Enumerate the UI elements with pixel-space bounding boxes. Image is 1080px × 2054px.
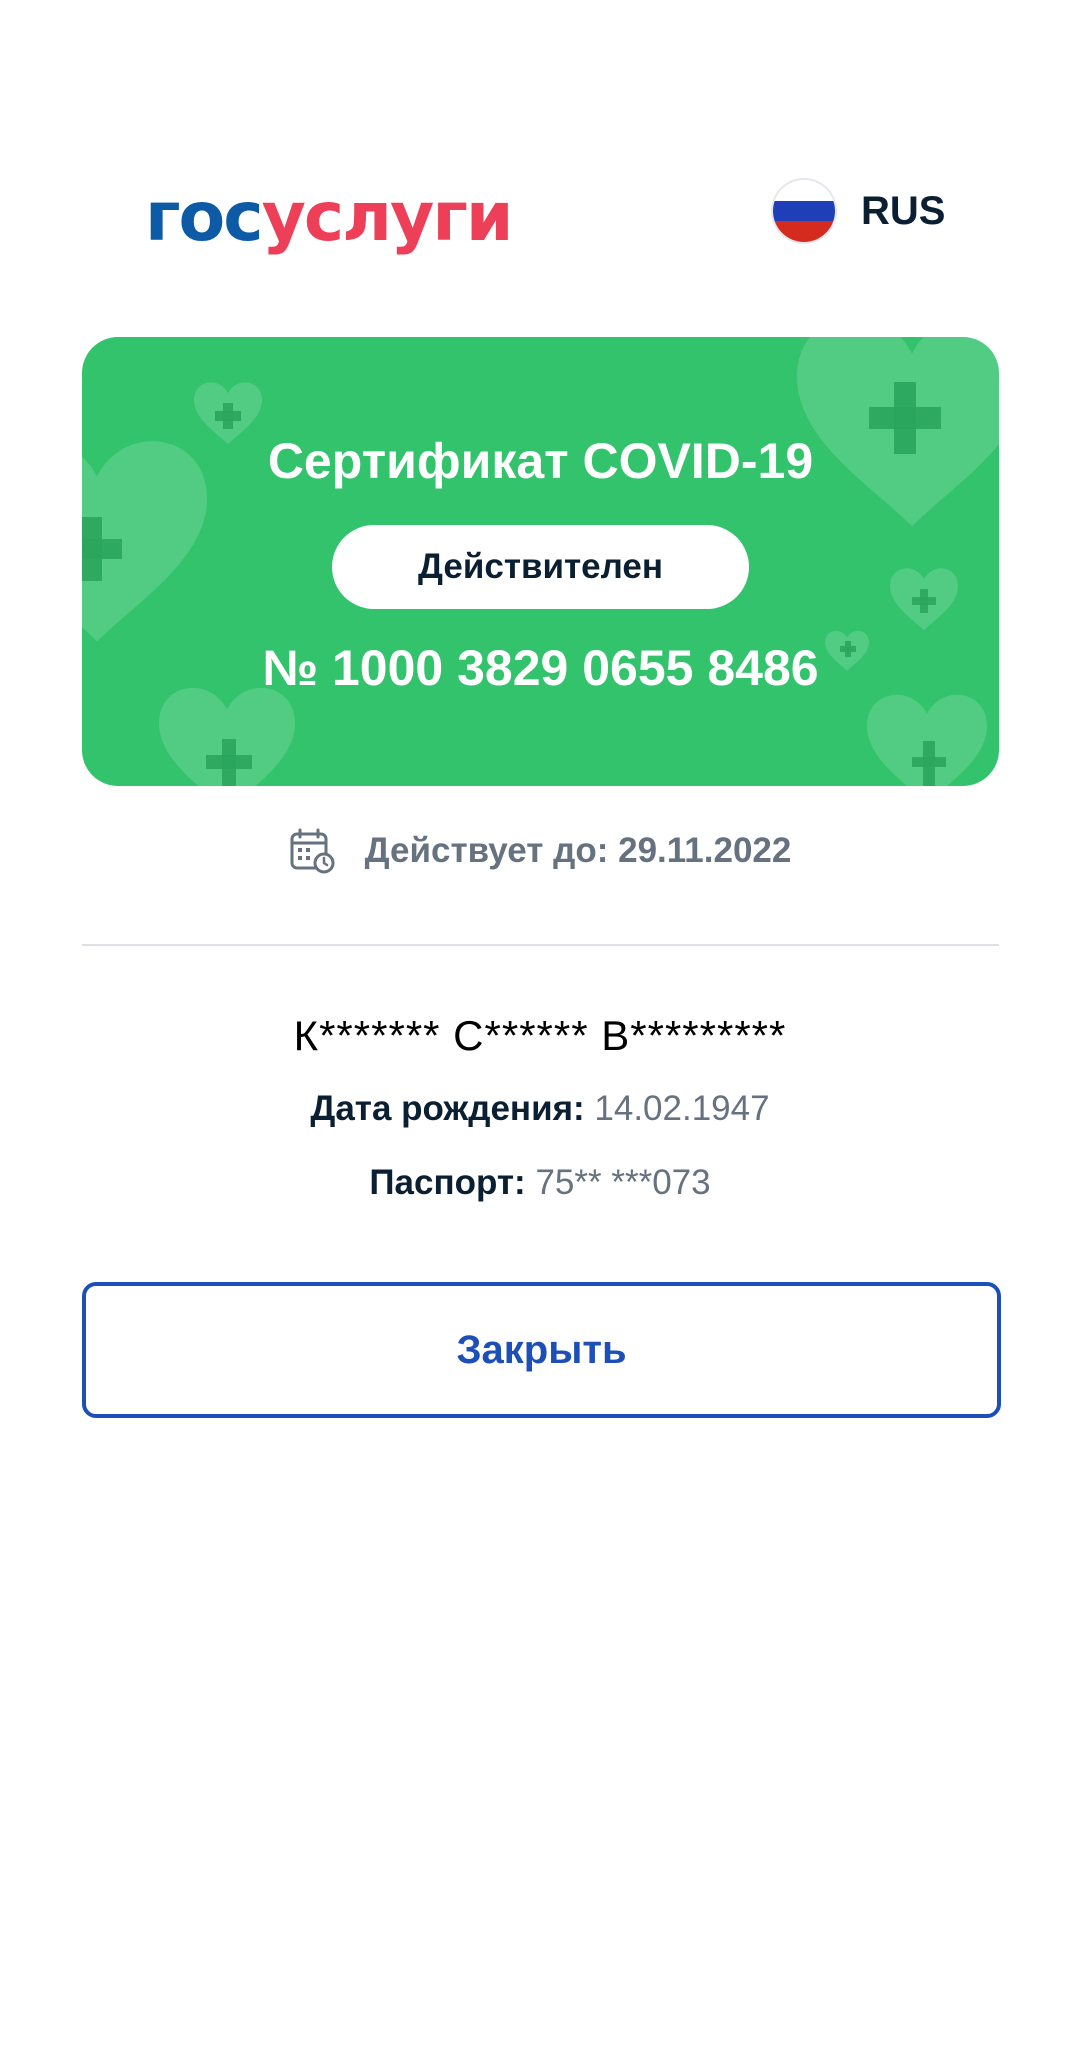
language-label: RUS: [861, 188, 946, 233]
person-name: К******* С****** В*********: [293, 1012, 787, 1059]
certificate-title: Сертификат COVID-19: [267, 433, 814, 489]
birth-date-value: 14.02.1947: [594, 1089, 770, 1128]
valid-until-text: Действует до: 29.11.2022: [364, 831, 792, 870]
logo-part-gos: гос: [145, 178, 264, 257]
passport-label: Паспорт:: [369, 1163, 526, 1202]
passport-value: 75** ***073: [535, 1163, 711, 1202]
language-switcher[interactable]: RUS: [773, 180, 945, 242]
russia-flag-icon: [773, 180, 835, 242]
calendar-clock-icon: [290, 828, 335, 874]
certificate-number: № 1000 3829 0655 8486: [262, 640, 819, 696]
certificate-page: госуслуги RUS Сертификат COVID-19 Действ…: [0, 0, 1080, 2054]
close-button[interactable]: Закрыть: [82, 1282, 1001, 1418]
logo-part-uslugi: услуги: [261, 178, 514, 257]
gosuslugi-logo: госуслуги: [145, 178, 514, 258]
covid-certificate-card: Сертификат COVID-19 Действителен № 1000 …: [82, 337, 999, 786]
validity-row: Действует до: 29.11.2022: [0, 828, 1080, 874]
status-badge: Действителен: [332, 525, 749, 609]
birth-date-label: Дата рождения:: [310, 1089, 585, 1128]
divider: [82, 944, 999, 946]
birth-date-row: Дата рождения: 14.02.1947: [0, 1089, 1080, 1129]
passport-row: Паспорт: 75** ***073: [0, 1163, 1080, 1203]
